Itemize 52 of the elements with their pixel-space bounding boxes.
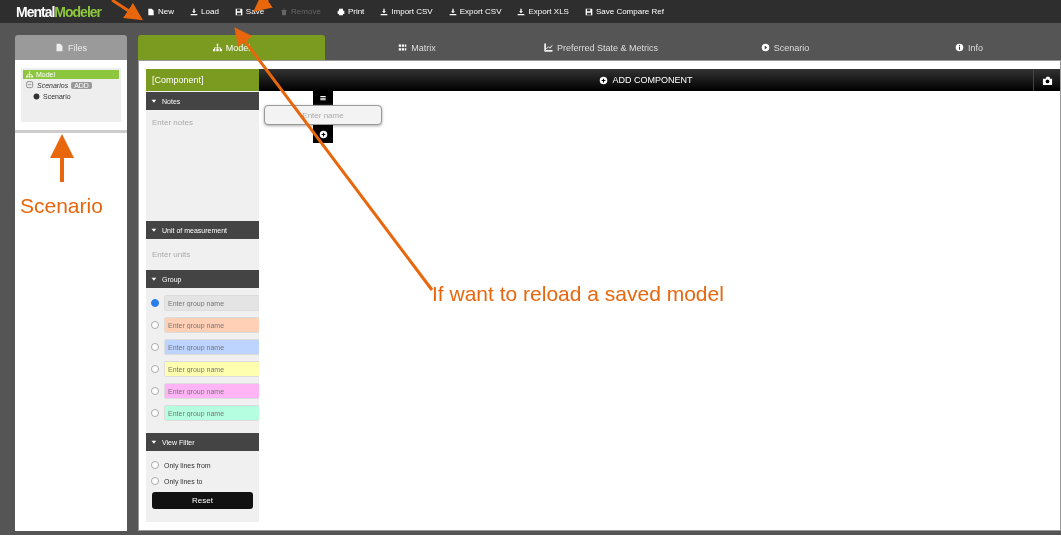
component-title: [Component] <box>146 69 259 91</box>
radio-button[interactable] <box>151 461 159 469</box>
file-icon <box>147 7 156 16</box>
tab[interactable]: Scenario <box>693 35 877 60</box>
caret-icon <box>151 226 158 234</box>
download-icon <box>380 7 389 16</box>
download-icon <box>517 7 526 16</box>
toolbar-button[interactable]: Load <box>182 0 227 23</box>
node-menu-handle[interactable] <box>313 91 333 105</box>
printer-icon <box>336 7 345 16</box>
plus-icon <box>318 129 328 139</box>
notes-field[interactable]: Enter notes <box>146 110 259 220</box>
toolbar-button[interactable]: New <box>139 0 183 23</box>
radio-button[interactable] <box>151 477 159 485</box>
reset-button[interactable]: Reset <box>152 492 253 509</box>
caret-icon <box>151 438 158 446</box>
caret-icon <box>151 275 158 283</box>
toolbar-button[interactable]: Save <box>226 0 273 23</box>
app-logo: MentalModeler <box>16 3 102 20</box>
radio-button[interactable] <box>151 321 159 329</box>
camera-icon <box>1041 74 1053 86</box>
radio-button[interactable] <box>151 409 159 417</box>
annotation-arrow <box>50 134 74 182</box>
hierarchy-icon <box>212 43 222 52</box>
radio-button[interactable] <box>151 387 159 395</box>
tab[interactable]: Matrix <box>325 35 509 60</box>
toolbar-button[interactable]: Export CSV <box>440 0 510 23</box>
tab[interactable]: Preferred State & Metrics <box>509 35 693 60</box>
collapse-icon[interactable] <box>26 81 34 89</box>
caret-icon <box>151 97 158 105</box>
radio-button[interactable] <box>151 299 159 307</box>
download-icon <box>448 7 457 16</box>
hierarchy-icon <box>26 71 33 78</box>
node-name-field[interactable]: Enter name <box>264 105 382 125</box>
radio-button[interactable] <box>151 365 159 373</box>
tab[interactable]: Info <box>877 35 1061 60</box>
radio-button[interactable] <box>151 343 159 351</box>
info-icon <box>955 43 964 52</box>
line-chart-icon <box>543 43 553 52</box>
annotation-text: If want to reload a saved model <box>432 282 724 306</box>
trash-icon <box>280 7 289 16</box>
annotation-text: Scenario <box>20 194 103 218</box>
toolbar-button[interactable]: Save Compare Ref <box>576 0 672 23</box>
file-icon <box>55 43 64 52</box>
annotation-arrow <box>111 0 143 21</box>
toolbar-button[interactable]: Export XLS <box>509 0 577 23</box>
toolbar-button[interactable]: Print <box>328 0 373 23</box>
menu-icon <box>319 94 327 102</box>
download-icon <box>190 7 199 16</box>
plus-icon <box>599 75 609 85</box>
grid-icon <box>398 43 408 52</box>
toolbar-button[interactable]: Import CSV <box>372 0 441 23</box>
